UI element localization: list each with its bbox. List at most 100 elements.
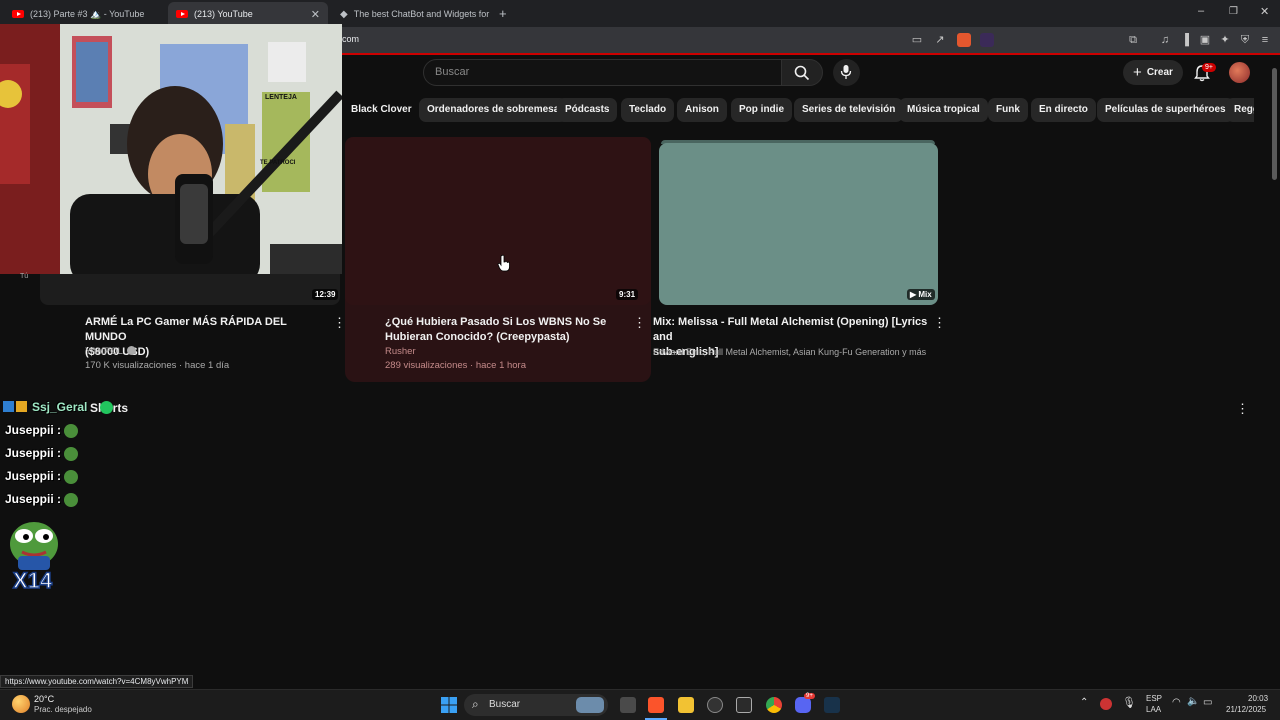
chip-ordenadores[interactable]: Ordenadores de sobremesa <box>419 98 568 122</box>
category-chip-bar: Black Clover Ordenadores de sobremesa Pó… <box>342 98 1254 122</box>
chip-podcasts[interactable]: Pódcasts <box>557 98 618 122</box>
scrollbar-thumb[interactable] <box>1272 68 1277 180</box>
vpn-icon[interactable]: ⛨ <box>1238 33 1252 47</box>
search-input[interactable]: Buscar <box>423 59 783 86</box>
chevron-up-icon[interactable]: ⌃ <box>1080 697 1088 708</box>
chat-message: Juseppii : <box>5 423 79 438</box>
clock-time[interactable]: 20:03 <box>1248 694 1268 703</box>
taskbar-search-box[interactable]: ⌕ Buscar <box>464 694 608 716</box>
video-stats: 170 K visualizaciones · hace 1 día <box>85 360 230 371</box>
tray-app-icon[interactable] <box>1100 698 1112 710</box>
browser-tab-bar: (213) Parte #3 🏔️ - YouTube (213) YouTub… <box>0 0 1280 27</box>
battery-icon[interactable]: ▭ <box>1203 697 1212 708</box>
diamond-icon: ◆ <box>340 8 348 20</box>
emote-icon <box>100 401 113 414</box>
search-icon: ⌕ <box>472 697 479 711</box>
tab-label: The best ChatBot and Widgets for K <box>353 9 490 19</box>
chip-anison[interactable]: Anison <box>677 98 727 122</box>
pepe-emote-icon <box>64 423 79 438</box>
more-options-icon[interactable]: ⋮ <box>1236 402 1249 416</box>
more-options-icon[interactable]: ⋮ <box>333 316 346 330</box>
chip-funk[interactable]: Funk <box>988 98 1028 122</box>
close-icon[interactable]: ✕ <box>311 8 320 21</box>
chip-pop-indie[interactable]: Pop indie <box>731 98 792 122</box>
chip-teclado[interactable]: Teclado <box>621 98 675 122</box>
leo-ai-icon[interactable]: ✦ <box>1218 33 1232 47</box>
chat-follower-name: Ssj_Geral <box>32 400 88 414</box>
windows-start-icon[interactable] <box>441 697 457 713</box>
notification-count-badge: 9+ <box>1202 63 1216 72</box>
loading-bar <box>342 53 1280 55</box>
url-text: com <box>342 34 360 44</box>
webcam-overlay: LENTEJA TE PATROCI <box>0 24 342 274</box>
volume-icon[interactable]: 🔈 <box>1187 696 1199 707</box>
title-line: Mix: Melissa - Full Metal Alchemist (Ope… <box>653 316 928 343</box>
search-icon <box>794 65 810 81</box>
weather-icon[interactable] <box>12 695 30 713</box>
account-avatar[interactable] <box>1229 62 1250 83</box>
chat-message: Juseppii : <box>5 492 79 507</box>
clock-date[interactable]: 21/12/2025 <box>1226 705 1266 714</box>
taskbar-search-label: Buscar <box>489 699 521 710</box>
chat-username: Juseppii : <box>5 492 62 506</box>
chip-black-clover[interactable]: Black Clover <box>342 98 420 122</box>
chip-peliculas-superheroes[interactable]: Películas de superhéroes <box>1097 98 1234 122</box>
menu-icon[interactable]: ≡ <box>1258 33 1272 47</box>
you-label: Tú <box>20 273 29 280</box>
voice-search-button[interactable] <box>833 59 860 86</box>
windows-taskbar: 20°C Prac. despejado ⌕ Buscar 9+ ⌃ 🎙 ESP… <box>0 689 1280 720</box>
chat-username: Juseppii : <box>5 469 62 483</box>
chip-series-tv[interactable]: Series de televisión <box>794 98 904 122</box>
more-options-icon[interactable]: ⋮ <box>633 316 646 330</box>
video-title[interactable]: ¿Qué Hubiera Pasado Si Los WBNS No Se Hu… <box>385 315 635 345</box>
chip-regg[interactable]: Regg <box>1226 98 1254 122</box>
file-explorer-icon[interactable] <box>678 697 694 713</box>
title-line: ARMÉ La PC Gamer MÁS RÁPIDA DEL MUNDO <box>85 316 287 343</box>
channel-name[interactable]: Rusher <box>385 345 416 359</box>
task-view-icon[interactable] <box>620 697 636 713</box>
combo-count: X14 <box>13 568 53 592</box>
store-icon[interactable] <box>736 697 752 713</box>
cast-icon[interactable]: ▭ <box>910 33 924 47</box>
create-button[interactable]: + Crear <box>1123 60 1183 85</box>
wallet-icon[interactable]: ▣ <box>1198 33 1212 47</box>
weather-desc: Prac. despejado <box>34 705 92 714</box>
tab-chatbot[interactable]: ◆ The best ChatBot and Widgets for K <box>332 2 490 26</box>
video-thumbnail[interactable] <box>345 137 651 305</box>
channel-name[interactable]: YANPOL <box>85 345 137 359</box>
tab-youtube[interactable]: (213) YouTube ✕ <box>168 2 328 26</box>
more-options-icon[interactable]: ⋮ <box>933 316 946 330</box>
search-placeholder: Buscar <box>435 66 470 78</box>
sidebar-icon[interactable]: ▐ <box>1178 33 1192 47</box>
youtube-icon <box>12 10 24 18</box>
new-tab-button[interactable]: + <box>499 6 507 21</box>
github-icon[interactable] <box>707 697 723 713</box>
restore-icon[interactable]: ❐ <box>1229 6 1238 17</box>
microphone-icon[interactable]: 🎙 <box>1122 696 1136 709</box>
poster-text: TE PATROCI <box>260 160 296 166</box>
minimize-icon[interactable]: – <box>1198 5 1204 17</box>
brave-rewards-icon[interactable] <box>980 33 994 47</box>
share-icon[interactable]: ↗ <box>933 33 947 47</box>
language-code[interactable]: ESP <box>1146 694 1162 703</box>
music-icon[interactable]: ♫ <box>1158 33 1172 47</box>
tab-parte-3[interactable]: (213) Parte #3 🏔️ - YouTube <box>4 2 168 26</box>
chrome-icon[interactable] <box>766 697 782 713</box>
create-label: Crear <box>1146 67 1173 78</box>
brave-shields-icon[interactable] <box>957 33 971 47</box>
mix-thumbnail[interactable] <box>659 143 938 305</box>
discord-icon[interactable] <box>795 697 811 713</box>
brave-browser-icon[interactable] <box>648 697 664 713</box>
chip-musica-tropical[interactable]: Música tropical <box>899 98 988 122</box>
microphone-icon <box>840 65 852 79</box>
wifi-icon[interactable]: ◠ <box>1172 697 1181 708</box>
verified-icon <box>127 346 137 355</box>
search-highlight-icon <box>576 697 604 713</box>
close-window-icon[interactable]: ✕ <box>1260 5 1269 18</box>
screenshot-icon[interactable]: ⧉ <box>1126 33 1140 47</box>
chip-en-directo[interactable]: En directo <box>1031 98 1096 122</box>
streaming-app-icon[interactable] <box>824 697 840 713</box>
weather-temp: 20°C <box>34 694 55 704</box>
search-button[interactable] <box>781 59 823 86</box>
keyboard-layout[interactable]: LAA <box>1146 705 1161 714</box>
